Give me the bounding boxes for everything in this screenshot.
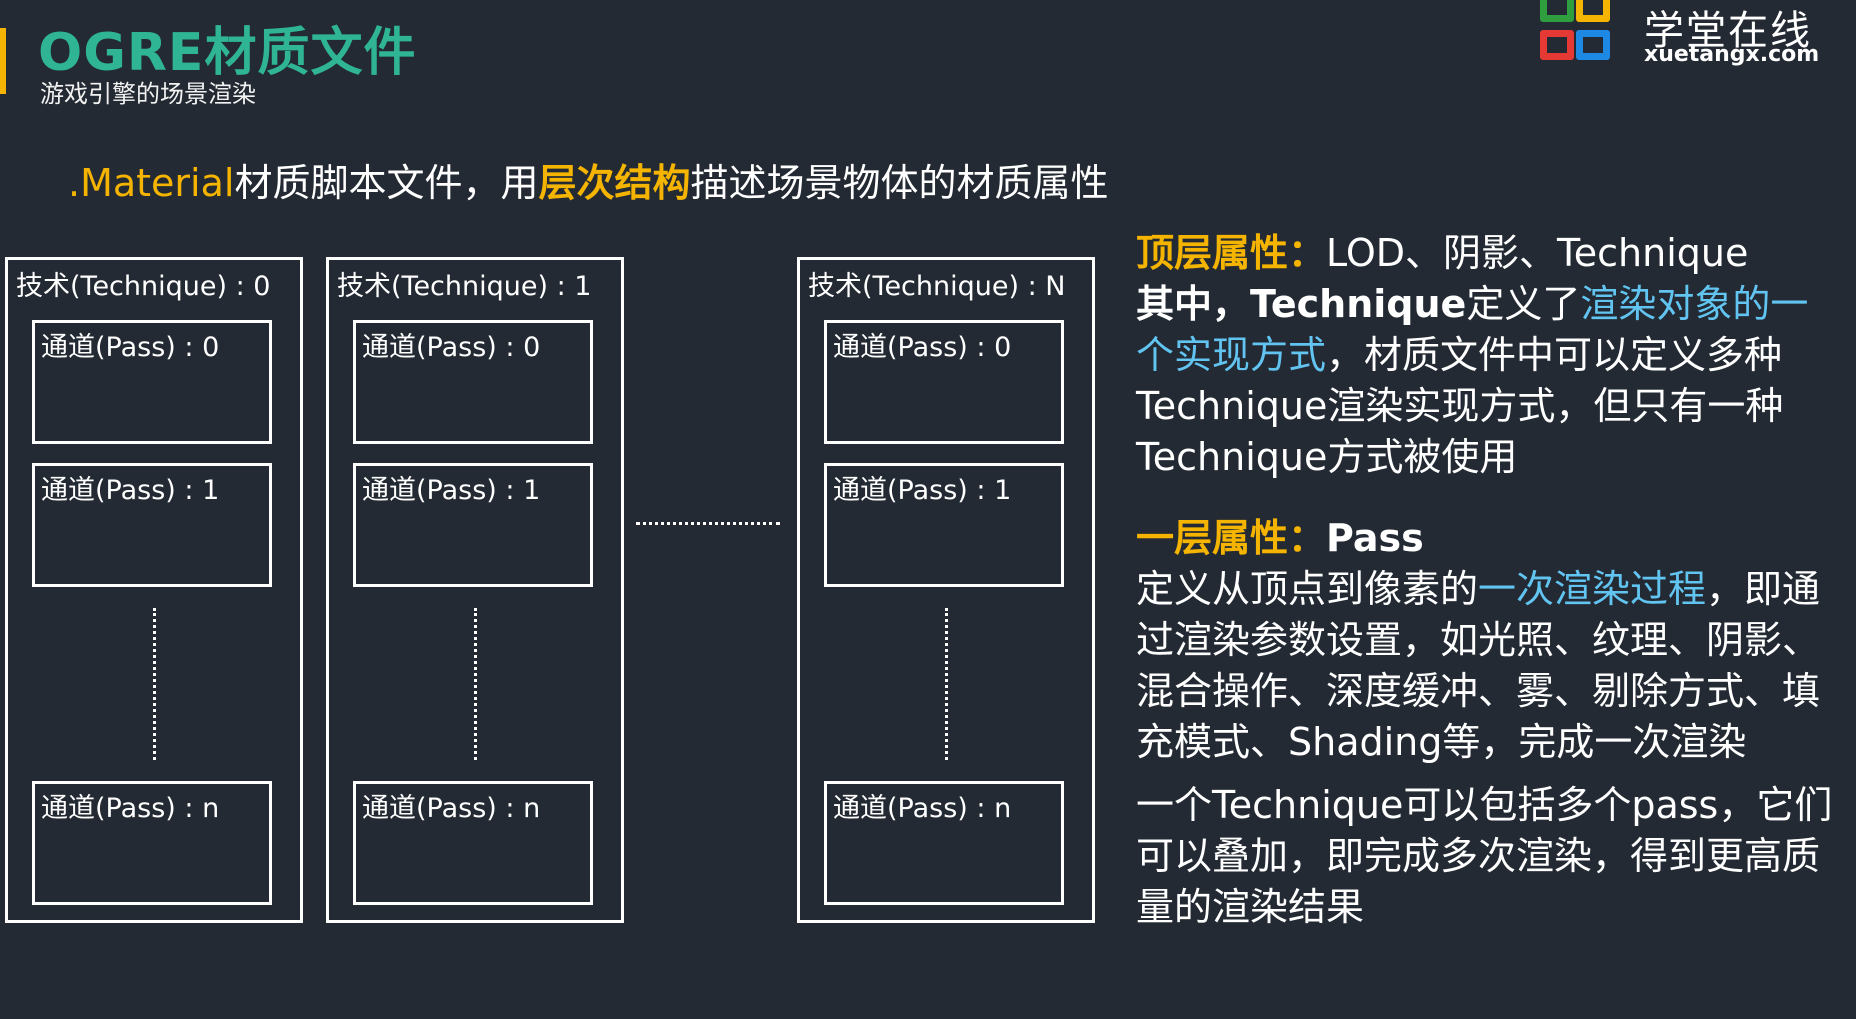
technique-box-1: 技术(Technique) : 1 通道(Pass) : 0 通道(Pass) … <box>326 257 624 923</box>
intro-text-b: 描述场景物体的材质属性 <box>690 161 1109 205</box>
pass-label: 通道(Pass) : n <box>362 793 541 824</box>
description-panel: 顶层属性：LOD、阴影、Technique 其中，Technique定义了渲染对象… <box>1136 228 1836 933</box>
pass-box: 通道(Pass) : 0 <box>353 320 593 444</box>
layer-attributes-highlight: 一次渲染过程 <box>1478 567 1707 611</box>
intro-material-ext: .Material <box>68 161 235 205</box>
pass-box: 通道(Pass) : 0 <box>824 320 1064 444</box>
pass-label: 通道(Pass) : 0 <box>362 332 541 363</box>
layer-attributes-item: Pass <box>1326 516 1424 560</box>
pass-label: 通道(Pass) : 0 <box>41 332 220 363</box>
pass-box: 通道(Pass) : 1 <box>32 463 272 587</box>
pass-label: 通道(Pass) : 1 <box>362 475 541 506</box>
pass-box: 通道(Pass) : n <box>353 781 593 905</box>
accent-stripe <box>0 28 6 94</box>
vertical-ellipsis <box>945 608 948 760</box>
pass-label: 通道(Pass) : 0 <box>833 332 1012 363</box>
technique-label: 技术(Technique) : N <box>808 271 1066 302</box>
vertical-ellipsis <box>474 608 477 760</box>
technique-label: 技术(Technique) : 1 <box>337 271 592 302</box>
xuetangx-logo[interactable]: 学堂在线 xuetangx.com <box>1532 0 1852 80</box>
layer-attributes-text-a: 定义从顶点到像素的 <box>1136 567 1479 611</box>
intro-sentence: .Material材质脚本文件，用层次结构描述场景物体的材质属性 <box>68 152 1109 207</box>
pass-label: 通道(Pass) : n <box>833 793 1012 824</box>
pass-label: 通道(Pass) : 1 <box>833 475 1012 506</box>
technique-label: 技术(Technique) : 0 <box>16 271 271 302</box>
top-attributes-text-a: 定义了 <box>1466 282 1581 326</box>
pass-label: 通道(Pass) : n <box>41 793 220 824</box>
pass-label: 通道(Pass) : 1 <box>41 475 220 506</box>
layer-attributes-paragraph: 一层属性：Pass 定义从顶点到像素的一次渲染过程，即通过渲染参数设置，如光照、纹… <box>1136 513 1836 768</box>
horizontal-ellipsis <box>636 522 780 525</box>
intro-text-a: 材质脚本文件，用 <box>234 161 539 205</box>
page-subtitle: 游戏引擎的场景渲染 <box>40 80 256 108</box>
logo-brand-url: xuetangx.com <box>1644 42 1820 67</box>
technique-box-0: 技术(Technique) : 0 通道(Pass) : 0 通道(Pass) … <box>5 257 303 923</box>
top-attributes-paragraph: 顶层属性：LOD、阴影、Technique 其中，Technique定义了渲染对象… <box>1136 228 1836 483</box>
pass-box: 通道(Pass) : n <box>32 781 272 905</box>
top-attributes-bold: 其中，Technique <box>1136 282 1467 326</box>
layer-attributes-heading: 一层属性： <box>1136 516 1327 560</box>
technique-box-n: 技术(Technique) : N 通道(Pass) : 0 通道(Pass) … <box>797 257 1095 923</box>
closing-paragraph: 一个Technique可以包括多个pass，它们可以叠加，即完成多次渲染，得到更… <box>1136 783 1833 929</box>
top-attributes-items: LOD、阴影、Technique <box>1326 231 1749 275</box>
pass-box: 通道(Pass) : 0 <box>32 320 272 444</box>
pass-box: 通道(Pass) : n <box>824 781 1064 905</box>
top-attributes-heading: 顶层属性： <box>1136 231 1327 275</box>
vertical-ellipsis <box>153 608 156 760</box>
intro-highlight-hierarchy: 层次结构 <box>538 161 691 205</box>
logo-mark-icon <box>1532 0 1628 78</box>
pass-box: 通道(Pass) : 1 <box>824 463 1064 587</box>
pass-box: 通道(Pass) : 1 <box>353 463 593 587</box>
